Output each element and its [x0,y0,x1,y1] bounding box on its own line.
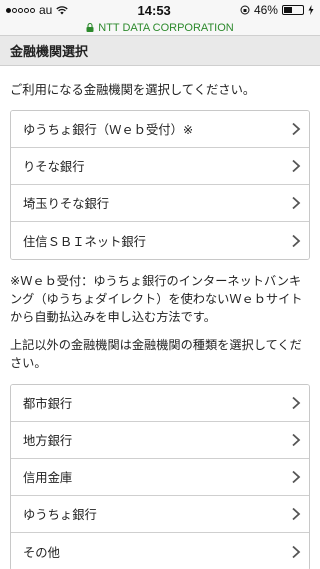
wifi-icon [56,5,69,14]
bank-item-sbi-net[interactable]: 住信ＳＢＩネット銀行 [11,222,309,259]
status-bar: au 14:53 46% [0,0,320,20]
bank-item-saitama-resona[interactable]: 埼玉りそな銀行 [11,185,309,222]
signal-strength-icon [6,7,35,13]
list-item-label: 埼玉りそな銀行 [23,197,110,211]
chevron-right-icon [292,122,301,136]
chevron-right-icon [292,159,301,173]
list-item-label: 都市銀行 [23,397,73,411]
chevron-right-icon [292,234,301,247]
bank-item-yucho-web[interactable]: ゆうちょ銀行（Ｗｅｂ受付）※ [11,111,309,148]
list-item-label: りそな銀行 [23,160,85,174]
chevron-right-icon [292,196,301,210]
bank-type-regional[interactable]: 地方銀行 [11,422,309,459]
battery-percent: 46% [253,3,278,17]
list-item-label: ゆうちょ銀行 [23,508,97,522]
bank-item-resona[interactable]: りそな銀行 [11,148,309,185]
charging-icon [308,5,314,15]
chevron-right-icon [292,507,301,521]
other-banks-intro: 上記以外の金融機関は金融機関の種類を選択してください。 [10,338,302,370]
status-right: 46% [240,3,314,17]
carrier-label: au [39,3,53,17]
web-reception-note: ※Ｗｅｂ受付：ゆうちょ銀行のインターネットバンキング（ゆうちょダイレクト）を使わ… [10,274,303,324]
bank-type-other[interactable]: その他 [11,533,309,569]
chevron-right-icon [292,396,301,410]
status-left: au [6,3,69,17]
status-time: 14:53 [137,2,171,18]
bank-type-list: 都市銀行 地方銀行 信用金庫 ゆうちょ銀行 その他 [10,384,310,569]
list-item-label: 信用金庫 [23,471,73,485]
chevron-right-icon [292,470,301,484]
primary-bank-list: ゆうちょ銀行（Ｗｅｂ受付）※ りそな銀行 埼玉りそな銀行 住信ＳＢＩネット銀行 [10,110,310,260]
url-bar[interactable]: NTT DATA CORPORATION [0,20,320,36]
bank-type-yucho[interactable]: ゆうちょ銀行 [11,496,309,533]
bank-type-shinkin[interactable]: 信用金庫 [11,459,309,496]
bank-type-city[interactable]: 都市銀行 [11,385,309,422]
list-item-label: 地方銀行 [23,434,73,448]
chevron-right-icon [292,545,301,558]
battery-icon [281,5,304,15]
page-title: 金融機関選択 [0,36,320,66]
list-item-label: 住信ＳＢＩネット銀行 [23,234,146,249]
site-name: NTT DATA CORPORATION [98,21,234,34]
lock-icon [86,23,94,32]
intro-text: ご利用になる金融機関を選択してください。 [10,83,256,97]
list-item-label: その他 [23,545,60,560]
chevron-right-icon [292,433,301,447]
list-item-label: ゆうちょ銀行（Ｗｅｂ受付）※ [23,123,194,137]
orientation-lock-icon [240,5,250,15]
